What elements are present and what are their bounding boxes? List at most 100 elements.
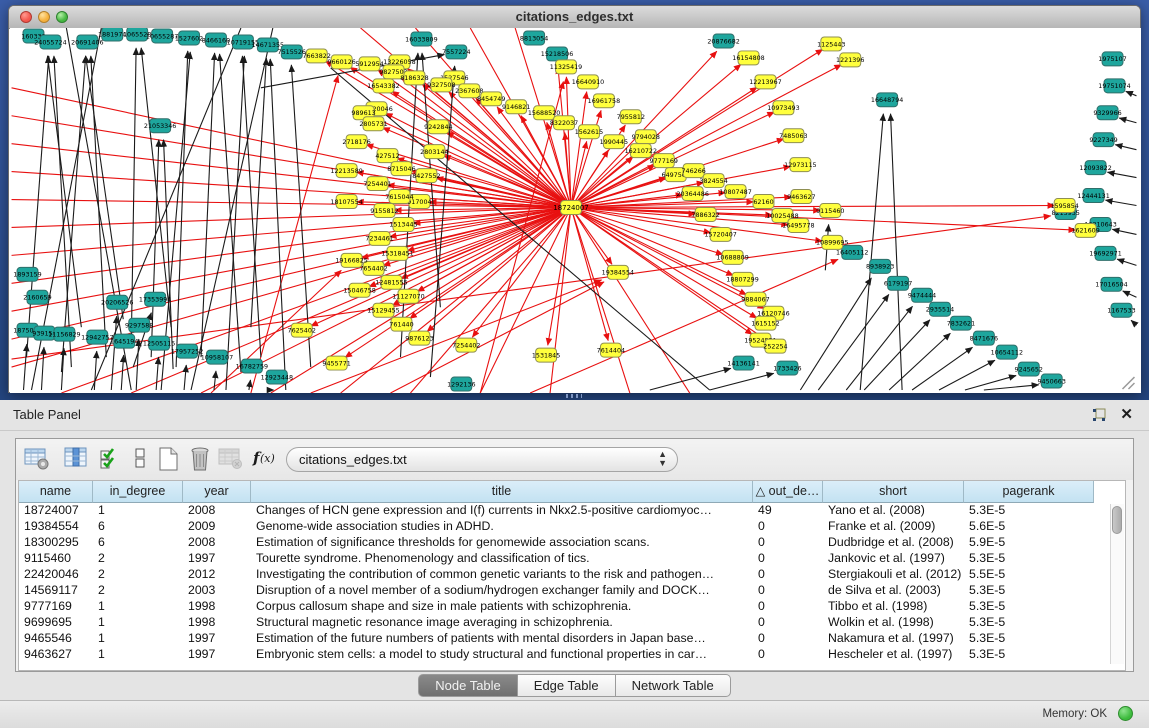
table-row[interactable]: 977716911998Corpus callosum shape and si… xyxy=(19,599,1094,615)
graph-node[interactable]: 7557224 xyxy=(442,45,470,59)
graph-node[interactable]: 761440 xyxy=(389,317,413,331)
graph-node[interactable]: 1595854 xyxy=(1050,199,1078,213)
graph-node[interactable]: 9329966 xyxy=(1093,106,1121,120)
table-source-select[interactable]: citations_edges.txt ▲▼ xyxy=(286,447,678,472)
graph-node[interactable]: 9876123 xyxy=(405,331,433,345)
graph-node[interactable]: 8715046 xyxy=(387,162,415,176)
resize-grip-icon[interactable] xyxy=(1123,377,1135,389)
graph-node[interactable]: 252254 xyxy=(763,339,787,353)
graph-node[interactable]: 1562615 xyxy=(575,125,603,139)
graph-node[interactable]: 2935514 xyxy=(926,302,954,316)
graph-node[interactable]: 12213967 xyxy=(749,75,781,89)
graph-node[interactable]: 15218506 xyxy=(541,47,573,61)
graph-node[interactable]: 2718176 xyxy=(342,135,370,149)
graph-node[interactable]: 7625402 xyxy=(288,323,316,337)
graph-node[interactable]: 7254402 xyxy=(452,338,480,352)
column-header-title[interactable]: title xyxy=(251,481,753,503)
graph-node[interactable]: 17353994 xyxy=(139,292,171,306)
scrollbar-thumb[interactable] xyxy=(1112,506,1122,534)
select-rows-check-icon[interactable] xyxy=(95,445,125,474)
graph-node[interactable]: 62160 xyxy=(753,195,774,209)
graph-node[interactable]: 9297588 xyxy=(125,318,153,332)
graph-node[interactable]: 7254401 xyxy=(363,177,391,191)
table-row[interactable]: 969969511998Structural magnetic resonanc… xyxy=(19,615,1094,631)
graph-node[interactable]: 20364486 xyxy=(676,187,708,201)
graph-node[interactable]: 9146821 xyxy=(502,100,530,114)
tab-network-table[interactable]: Network Table xyxy=(616,674,731,697)
table-row[interactable]: 946554611997Estimation of the future num… xyxy=(19,631,1094,647)
function-builder-icon[interactable]: f(x) xyxy=(251,445,281,474)
graph-node[interactable]: 8427552 xyxy=(412,169,440,183)
graph-node[interactable]: 16961758 xyxy=(588,94,620,108)
graph-node[interactable]: 20206526 xyxy=(101,295,133,309)
graph-node[interactable]: 12942757 xyxy=(81,330,113,344)
graph-node[interactable]: 1975107 xyxy=(1098,52,1126,66)
graph-node[interactable]: 9450663 xyxy=(1037,374,1065,388)
graph-node[interactable]: 12213589 xyxy=(330,164,362,178)
graph-node[interactable]: 9227349 xyxy=(1089,133,1117,147)
graph-node[interactable]: 2805731 xyxy=(359,117,387,131)
tab-node-table[interactable]: Node Table xyxy=(418,674,518,697)
table-row[interactable]: 2242004622012Investigating the contribut… xyxy=(19,567,1094,583)
graph-node[interactable]: 2803144 xyxy=(420,145,448,159)
graph-node[interactable]: 8186328 xyxy=(400,71,428,85)
graph-node[interactable]: 7485063 xyxy=(779,129,807,143)
select-column-icon[interactable] xyxy=(61,445,91,474)
graph-node[interactable]: 1733426 xyxy=(773,361,801,375)
graph-node[interactable]: 16648794 xyxy=(871,93,903,107)
graph-node[interactable]: 9794028 xyxy=(632,130,660,144)
graph-node[interactable]: 7955812 xyxy=(617,110,645,124)
graph-node[interactable]: 12093822 xyxy=(1079,161,1111,175)
row-height-icon[interactable] xyxy=(125,445,155,474)
delete-table-icon[interactable] xyxy=(185,445,215,474)
network-canvas[interactable]: 1603382405572420691406188197410655281065… xyxy=(10,28,1141,393)
graph-node[interactable]: 10807487 xyxy=(719,185,751,199)
graph-node[interactable]: 1645194 xyxy=(110,334,138,348)
graph-node[interactable]: 16154808 xyxy=(732,51,764,65)
graph-node[interactable]: 1167533 xyxy=(1107,303,1135,317)
table-row[interactable]: 1872400712008Changes of HCN gene express… xyxy=(19,503,1094,519)
graph-node[interactable]: 7234461 xyxy=(365,231,393,245)
close-panel-icon[interactable]: ✕ xyxy=(1120,405,1133,423)
column-header-in_degree[interactable]: in_degree xyxy=(93,481,183,503)
column-header-year[interactable]: year xyxy=(183,481,251,503)
graph-node[interactable]: 14136141 xyxy=(727,356,759,370)
graph-node[interactable]: 15318451 xyxy=(381,246,413,260)
table-row[interactable]: 1938455462009Genome-wide association stu… xyxy=(19,519,1094,535)
graph-node[interactable]: 8938923 xyxy=(866,259,894,273)
graph-node[interactable]: 6179197 xyxy=(884,276,912,290)
graph-node[interactable]: 1531845 xyxy=(532,348,560,362)
column-header-pagerank[interactable]: pagerank xyxy=(964,481,1094,503)
graph-node[interactable]: 9474444 xyxy=(908,288,936,302)
graph-node[interactable]: 9155812 xyxy=(370,204,398,218)
network-window-titlebar[interactable]: citations_edges.txt xyxy=(9,6,1140,29)
graph-node[interactable]: 2160659 xyxy=(23,290,51,304)
graph-node[interactable]: 8471676 xyxy=(970,331,998,345)
graph-node[interactable]: 7832621 xyxy=(947,316,975,330)
graph-node[interactable]: 19751074 xyxy=(1098,79,1130,93)
graph-node[interactable]: 1621609 xyxy=(1071,223,1099,237)
graph-node[interactable]: 9777169 xyxy=(650,154,678,168)
graph-node[interactable]: 10688809 xyxy=(716,250,748,264)
panel-divider[interactable] xyxy=(0,393,1149,400)
graph-node[interactable]: 16640910 xyxy=(572,75,604,89)
graph-node[interactable]: 1615152 xyxy=(751,316,779,330)
graph-node[interactable]: 9455771 xyxy=(322,356,350,370)
graph-node[interactable]: 7615044 xyxy=(385,190,413,204)
table-scrollbar[interactable] xyxy=(1110,504,1124,664)
table-row[interactable]: 946362711997Embryonic stem cells: a mode… xyxy=(19,647,1094,663)
graph-node[interactable]: 7614404 xyxy=(597,343,625,357)
graph-node[interactable]: 19692971 xyxy=(1089,246,1121,260)
graph-node[interactable]: 9884067 xyxy=(741,292,769,306)
graph-node[interactable]: 1527602 xyxy=(175,31,203,45)
graph-node[interactable]: 20876682 xyxy=(707,34,739,48)
graph-node[interactable]: 8813054 xyxy=(520,31,548,45)
graph-node[interactable]: 1893159 xyxy=(13,267,41,281)
memory-status-indicator[interactable] xyxy=(1118,706,1133,721)
graph-node[interactable]: 1292136 xyxy=(447,377,475,391)
graph-node[interactable]: 7886322 xyxy=(691,208,719,222)
graph-node[interactable]: 427512 xyxy=(375,149,399,163)
graph-node[interactable]: 16033809 xyxy=(405,32,437,46)
column-header-name[interactable]: name xyxy=(19,481,93,503)
table-settings-icon[interactable] xyxy=(21,445,51,474)
